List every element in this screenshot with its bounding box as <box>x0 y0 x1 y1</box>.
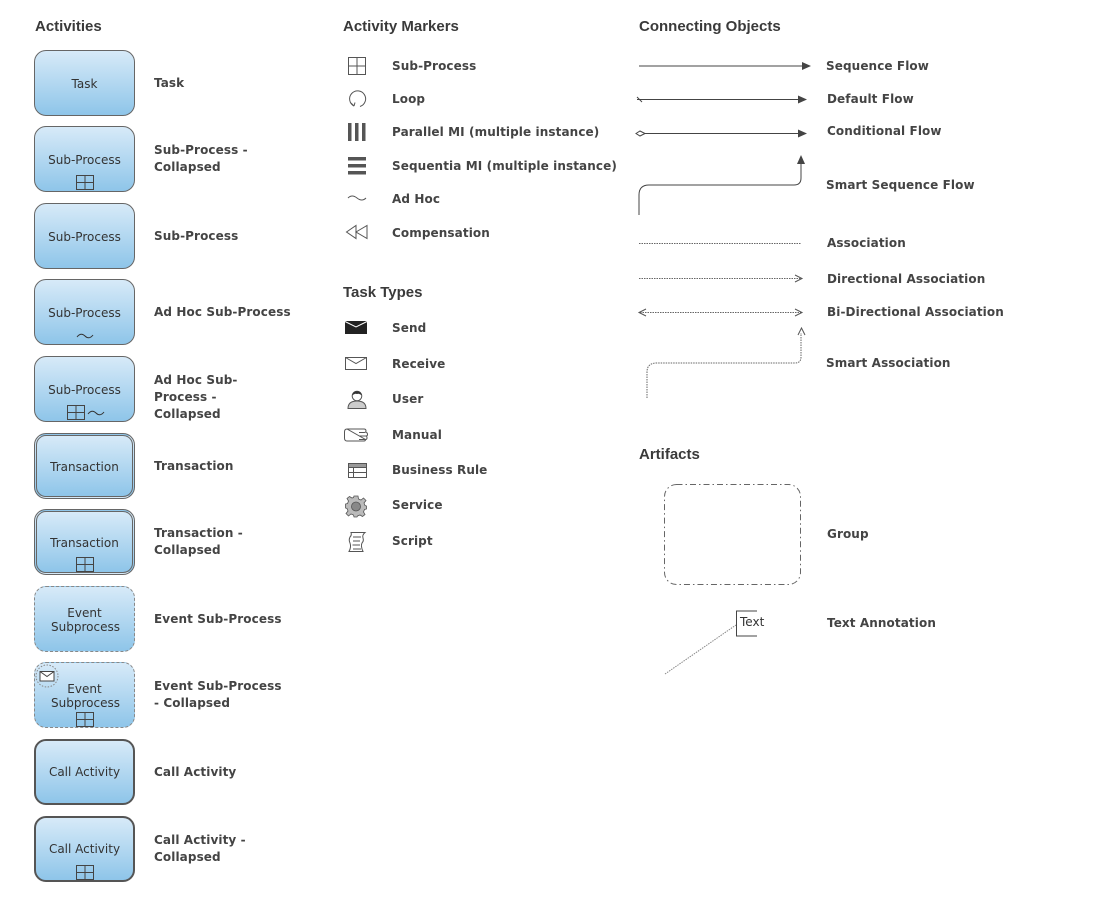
compensation-marker-icon <box>345 224 368 240</box>
manual-icon <box>344 428 369 442</box>
smart-sequence-flow-connector <box>638 155 805 215</box>
sequential-mi-marker-icon <box>348 157 366 175</box>
sequence-flow-connector <box>639 62 811 70</box>
sub-process-shape[interactable]: Sub-Process <box>34 203 135 269</box>
task-business-rule-label: Business Rule <box>392 463 488 477</box>
text-annotation-label: Text Annotation <box>827 616 936 630</box>
call-activity-shape[interactable]: Call Activity <box>34 739 135 805</box>
ad-hoc-marker-icon <box>87 410 105 416</box>
shape-text: Transaction <box>50 536 119 550</box>
transaction-label: Transaction <box>154 459 234 473</box>
sub-process-marker-icon <box>75 557 94 572</box>
shape-text: Call Activity <box>48 842 121 856</box>
annotation-text: Text <box>740 615 765 629</box>
sequence-flow-label: Sequence Flow <box>826 59 929 73</box>
loop-marker-icon <box>349 90 367 107</box>
task-shape[interactable]: Task <box>34 50 135 116</box>
conditional-flow-connector <box>635 129 807 138</box>
association-label: Association <box>827 236 906 250</box>
shape-text: Sub-Process <box>48 230 121 244</box>
smart-association-label: Smart Association <box>826 356 951 370</box>
connecting-objects-heading: Connecting Objects <box>639 18 781 35</box>
task-shape-text: Task <box>71 77 98 91</box>
shape-text: Sub-Process <box>48 383 121 397</box>
default-flow-label: Default Flow <box>827 92 914 106</box>
shape-text: Sub-Process <box>48 153 121 167</box>
shape-text: Event Subprocess <box>51 682 120 710</box>
sub-process-marker-icon <box>67 405 85 420</box>
task-service-label: Service <box>392 498 443 512</box>
directional-association-connector <box>639 274 804 283</box>
task-script-label: Script <box>392 534 433 548</box>
ad-hoc-sub-process-collapsed-label: Ad Hoc Sub-Process - Collapsed <box>154 373 238 421</box>
marker-parallel-mi-label: Parallel MI (multiple instance) <box>392 125 600 139</box>
conditional-flow-label: Conditional Flow <box>827 124 942 138</box>
call-activity-label: Call Activity <box>154 765 237 779</box>
event-sub-process-label: Event Sub-Process <box>154 612 282 626</box>
shape-text: Sub-Process <box>48 306 121 320</box>
bi-directional-association-label: Bi-Directional Association <box>827 305 1004 319</box>
user-icon <box>347 390 367 409</box>
activity-markers-heading: Activity Markers <box>343 18 459 35</box>
script-icon <box>348 532 367 552</box>
transaction-collapsed-label: Transaction - Collapsed <box>154 526 243 557</box>
call-activity-collapsed-shape[interactable]: Call Activity <box>34 816 135 882</box>
event-sub-process-collapsed-shape[interactable]: Event Subprocess <box>34 662 135 728</box>
marker-ad-hoc-label: Ad Hoc <box>392 192 441 206</box>
smart-sequence-flow-label: Smart Sequence Flow <box>826 178 975 192</box>
artifacts-heading: Artifacts <box>639 446 700 463</box>
call-activity-collapsed-label: Call Activity - Collapsed <box>154 833 246 864</box>
group-artifact <box>664 484 801 585</box>
activities-heading: Activities <box>35 18 102 35</box>
receive-icon <box>345 357 367 370</box>
service-icon <box>345 495 367 518</box>
task-manual-label: Manual <box>392 428 442 442</box>
shape-text: Event Subprocess <box>51 606 120 634</box>
sub-process-marker-icon <box>348 57 366 75</box>
business-rule-icon <box>348 463 367 478</box>
marker-loop-label: Loop <box>392 92 426 106</box>
group-label: Group <box>827 527 869 541</box>
task-types-heading: Task Types <box>343 284 423 301</box>
ad-hoc-sub-process-label: Ad Hoc Sub-Process <box>154 305 291 319</box>
ad-hoc-sub-process-shape[interactable]: Sub-Process <box>34 279 135 345</box>
transaction-collapsed-shape[interactable]: Transaction <box>34 509 135 575</box>
sub-process-collapsed-label: Sub-Process - Collapsed <box>154 143 248 174</box>
bi-directional-association-connector <box>637 308 804 317</box>
directional-association-label: Directional Association <box>827 272 986 286</box>
marker-sub-process-label: Sub-Process <box>392 59 477 73</box>
sub-process-marker-icon <box>75 712 94 727</box>
send-icon <box>344 321 368 334</box>
task-send-label: Send <box>392 321 427 335</box>
event-sub-process-collapsed-label: Event Sub-Process - Collapsed <box>154 679 282 710</box>
parallel-mi-marker-icon <box>348 123 366 141</box>
event-sub-process-shape[interactable]: Event Subprocess <box>34 586 135 652</box>
sub-process-label: Sub-Process <box>154 229 239 243</box>
shape-text: Call Activity <box>48 765 121 779</box>
marker-compensation-label: Compensation <box>392 226 490 240</box>
transaction-shape[interactable]: Transaction <box>34 433 135 499</box>
marker-sequential-mi-label: Sequentia MI (multiple instance) <box>392 159 617 173</box>
default-flow-connector <box>636 95 807 104</box>
ad-hoc-marker-icon <box>347 195 367 201</box>
sub-process-collapsed-shape[interactable]: Sub-Process <box>34 126 135 192</box>
task-label: Task <box>154 76 185 90</box>
smart-association-connector <box>646 326 806 398</box>
sub-process-marker-icon <box>75 175 94 190</box>
task-receive-label: Receive <box>392 357 446 371</box>
ad-hoc-marker-icon <box>76 333 94 339</box>
shape-text: Transaction <box>50 460 119 474</box>
task-user-label: User <box>392 392 424 406</box>
ad-hoc-sub-process-collapsed-shape[interactable]: Sub-Process <box>34 356 135 422</box>
sub-process-marker-icon <box>75 865 94 880</box>
